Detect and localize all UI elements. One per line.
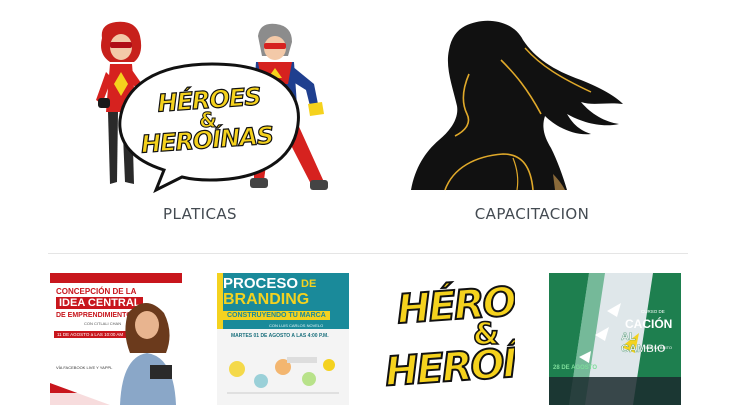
thumb4-title-line1: CURSO DE bbox=[641, 309, 665, 314]
section-divider bbox=[48, 253, 688, 254]
thumb1-woman-photo bbox=[50, 303, 176, 405]
thumbnail-branding[interactable]: PROCESO DE BRANDING CONSTRUYENDO TU MARC… bbox=[217, 273, 349, 405]
thumb4-title-line2: CACIÓN bbox=[625, 317, 673, 331]
thumb3-text-heroinas: HEROÍ bbox=[383, 340, 515, 397]
thumb4-title-line4: TERESA BRITO bbox=[643, 345, 673, 350]
thumb2-lightbulb-drawings bbox=[227, 357, 339, 394]
platicas-card-image[interactable]: HÉROES & HEROÍNAS bbox=[92, 20, 332, 195]
thumbnail-vocacion-cambio[interactable]: CURSO DE CACIÓN AL CAMBIO TERESA BRITO 2… bbox=[549, 273, 681, 405]
thumbnail-heroes-logo[interactable]: HÉRO & HEROÍ bbox=[383, 273, 515, 405]
caption-capacitacion[interactable]: CAPACITACION bbox=[412, 205, 652, 223]
thumb4-date: 28 DE AGOSTO bbox=[553, 365, 598, 371]
caption-platicas[interactable]: PLATICAS bbox=[80, 205, 320, 223]
thumbnail-idea-central[interactable]: CONCEPCIÓN DE LA IDEA CENTRAL DE EMPREND… bbox=[50, 273, 182, 405]
thumb4-title-line3: AL CAMBIO bbox=[621, 331, 666, 355]
woman-silhouette-illustration bbox=[411, 20, 623, 191]
capacitacion-card-image[interactable] bbox=[405, 18, 630, 193]
